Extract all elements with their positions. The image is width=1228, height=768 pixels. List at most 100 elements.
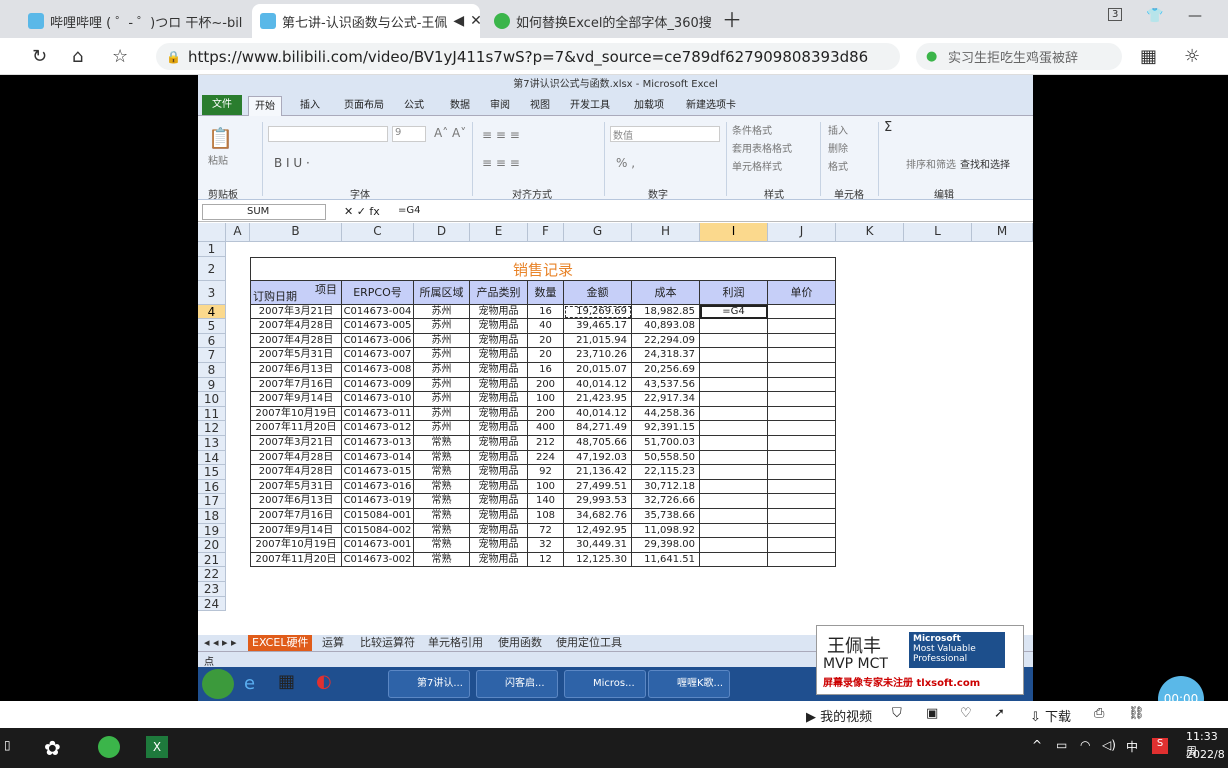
- app-pinwheel-icon[interactable]: ✿: [44, 736, 61, 760]
- table-cell[interactable]: 宠物用品: [470, 450, 528, 466]
- sum-icon[interactable]: Σ: [884, 120, 892, 135]
- column-header-M[interactable]: M: [972, 223, 1033, 242]
- table-cell[interactable]: 84,271.49: [564, 421, 632, 436]
- table-cell[interactable]: 29,398.00: [632, 538, 700, 553]
- table-cell[interactable]: 苏州: [414, 421, 470, 436]
- row-header-23[interactable]: 23: [198, 582, 226, 597]
- ribbon-tab-5[interactable]: 数据: [444, 96, 476, 116]
- row-header-13[interactable]: 13: [198, 436, 226, 451]
- ribbon-tab-10[interactable]: 新建选项卡: [680, 96, 742, 116]
- table-cell[interactable]: [700, 479, 768, 495]
- table-cell[interactable]: 宠物用品: [470, 392, 528, 407]
- ime-indicator[interactable]: 中: [1126, 738, 1138, 755]
- table-cell[interactable]: [700, 363, 768, 378]
- taskview-icon[interactable]: ▯: [4, 738, 11, 752]
- header-7[interactable]: 单价: [768, 280, 836, 305]
- number-format-select[interactable]: 数值: [610, 126, 720, 142]
- formula-input[interactable]: =G4: [398, 205, 421, 216]
- table-cell[interactable]: 常熟: [414, 523, 470, 539]
- table-cell[interactable]: 苏州: [414, 333, 470, 349]
- table-cell[interactable]: 20: [528, 348, 564, 363]
- row-header-9[interactable]: 9: [198, 377, 226, 393]
- table-cell[interactable]: [700, 509, 768, 524]
- table-cell[interactable]: [768, 494, 836, 509]
- windows-flag-icon[interactable]: ▦: [278, 671, 295, 692]
- table-cell[interactable]: 2007年5月31日: [250, 348, 342, 363]
- xp-start-icon[interactable]: [202, 669, 234, 699]
- align-top-icon[interactable]: ≡ ≡ ≡: [482, 128, 520, 142]
- table-cell[interactable]: 2007年7月16日: [250, 377, 342, 393]
- table-cell[interactable]: 11,641.51: [632, 552, 700, 568]
- tray-chevron-icon[interactable]: ^: [1032, 738, 1042, 752]
- table-cell[interactable]: 92: [528, 465, 564, 480]
- table-cell[interactable]: 72: [528, 523, 564, 539]
- column-header-F[interactable]: F: [528, 223, 564, 242]
- row-header-14[interactable]: 14: [198, 450, 226, 466]
- table-cell[interactable]: C014673-010: [342, 392, 414, 407]
- ribbon-tab-7[interactable]: 视图: [524, 96, 556, 116]
- table-cell[interactable]: 宠物用品: [470, 552, 528, 568]
- shirt-icon[interactable]: 👕: [1146, 8, 1163, 24]
- table-cell[interactable]: 29,993.53: [564, 494, 632, 509]
- table-title[interactable]: 销售记录: [250, 256, 836, 281]
- home-icon[interactable]: ⌂: [72, 46, 83, 67]
- column-header-J[interactable]: J: [768, 223, 836, 242]
- table-cell[interactable]: 2007年9月14日: [250, 392, 342, 407]
- table-cell[interactable]: 宠物用品: [470, 377, 528, 393]
- browser-tab-bilibili[interactable]: 哔哩哔哩 ( ゜- ゜)つロ 干杯~-bil: [20, 4, 248, 38]
- table-cell[interactable]: 2007年6月13日: [250, 494, 342, 509]
- table-cell[interactable]: [700, 333, 768, 349]
- rocket-icon[interactable]: ➚: [994, 706, 1005, 721]
- reload-icon[interactable]: ↻: [32, 46, 47, 67]
- close-tab-icon[interactable]: ✕: [470, 13, 480, 29]
- grow-font-icon[interactable]: A˄ A˅: [434, 126, 466, 140]
- header-2[interactable]: 产品类别: [470, 280, 528, 305]
- formula-buttons[interactable]: ✕ ✓ fx: [344, 205, 380, 218]
- tab-count-badge[interactable]: 3: [1108, 8, 1123, 21]
- table-cell[interactable]: C014673-004: [342, 304, 414, 320]
- row-header-21[interactable]: 21: [198, 552, 226, 568]
- table-cell[interactable]: 30,449.31: [564, 538, 632, 553]
- ribbon-tab-0[interactable]: 文件: [202, 95, 242, 115]
- row-header-6[interactable]: 6: [198, 333, 226, 349]
- table-cell[interactable]: 21,015.94: [564, 333, 632, 349]
- star-icon[interactable]: ☆: [112, 46, 128, 67]
- brightness-icon[interactable]: ☼: [1184, 46, 1200, 67]
- table-cell[interactable]: 21,136.42: [564, 465, 632, 480]
- table-cell[interactable]: 宠物用品: [470, 465, 528, 480]
- table-cell[interactable]: 11,098.92: [632, 523, 700, 539]
- table-cell[interactable]: 51,700.03: [632, 436, 700, 451]
- 360-browser-icon[interactable]: [98, 736, 120, 758]
- table-cell[interactable]: [700, 552, 768, 568]
- table-cell[interactable]: 苏州: [414, 377, 470, 393]
- sheet-tab-0[interactable]: EXCEL硬件: [248, 635, 313, 651]
- table-cell[interactable]: 宠物用品: [470, 509, 528, 524]
- table-cell[interactable]: 40,014.12: [564, 377, 632, 393]
- table-cell[interactable]: 12: [528, 552, 564, 568]
- ribbon-tab-6[interactable]: 审阅: [484, 96, 516, 116]
- table-cell[interactable]: 22,115.23: [632, 465, 700, 480]
- table-cell[interactable]: 48,705.66: [564, 436, 632, 451]
- address-bar[interactable]: 🔒 https://www.bilibili.com/video/BV1yJ41…: [156, 43, 900, 70]
- column-header-G[interactable]: G: [564, 223, 632, 242]
- row-header-15[interactable]: 15: [198, 465, 226, 480]
- find-select-button[interactable]: 查找和选择: [960, 156, 1010, 171]
- ribbon-tab-1[interactable]: 开始: [248, 96, 282, 116]
- table-cell[interactable]: C014673-011: [342, 406, 414, 422]
- header-diagonal-cell[interactable]: 项目 订购日期: [250, 280, 342, 305]
- table-cell[interactable]: 2007年10月19日: [250, 538, 342, 553]
- table-cell[interactable]: 212: [528, 436, 564, 451]
- row-header-20[interactable]: 20: [198, 538, 226, 553]
- table-cell[interactable]: [768, 304, 836, 320]
- column-header-D[interactable]: D: [414, 223, 470, 242]
- table-cell[interactable]: 2007年3月21日: [250, 304, 342, 320]
- row-header-16[interactable]: 16: [198, 479, 226, 495]
- table-cell[interactable]: [768, 421, 836, 436]
- column-header-K[interactable]: K: [836, 223, 904, 242]
- table-cell[interactable]: C014673-002: [342, 552, 414, 568]
- table-cell[interactable]: 宠物用品: [470, 421, 528, 436]
- table-cell[interactable]: 2007年11月20日: [250, 421, 342, 436]
- table-cell[interactable]: 2007年10月19日: [250, 406, 342, 422]
- table-cell[interactable]: 2007年11月20日: [250, 552, 342, 568]
- row-header-17[interactable]: 17: [198, 494, 226, 509]
